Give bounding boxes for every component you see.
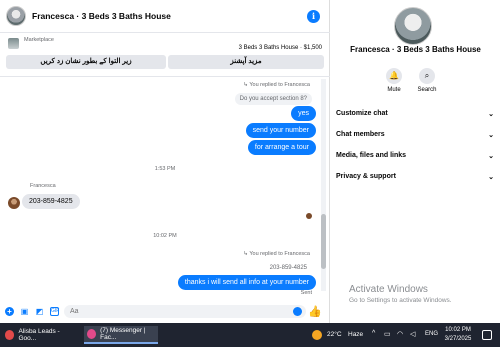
- chevron-down-icon: ⌄: [488, 111, 494, 118]
- quoted-message[interactable]: 203-859-4825: [265, 262, 312, 274]
- taskbar-item-messenger[interactable]: (7) Messenger | Fac...: [84, 326, 158, 344]
- clock-date: 3/27/2025: [444, 336, 472, 342]
- sender-name: Francesca: [30, 183, 56, 189]
- row-label: Media, files and links: [336, 152, 407, 159]
- message-scrollbar[interactable]: [321, 79, 326, 291]
- outgoing-message[interactable]: yes: [291, 106, 316, 121]
- search-icon: ⌕: [419, 68, 435, 84]
- customize-chat-row[interactable]: Customize chat ⌄: [336, 110, 494, 124]
- plus-icon[interactable]: +: [5, 307, 14, 316]
- timestamp: 1:53 PM: [154, 166, 176, 172]
- watermark-title: Activate Windows: [349, 284, 428, 295]
- emoji-icon[interactable]: [293, 307, 302, 316]
- contact-avatar[interactable]: [6, 6, 26, 26]
- notification-icon[interactable]: [482, 330, 492, 340]
- language-indicator[interactable]: ENG: [425, 331, 438, 337]
- chat-header: Francesca · 3 Beds 3 Baths House i: [0, 0, 330, 33]
- marketplace-label: Marketplace: [24, 37, 54, 43]
- clock[interactable]: 10:02 PM 3/27/2025: [438, 326, 478, 344]
- chat-members-row[interactable]: Chat members ⌄: [336, 131, 494, 145]
- reply-header: ↳ You replied to Francesca: [243, 82, 310, 88]
- search-button[interactable]: ⌕ Search: [412, 68, 442, 93]
- windows-taskbar: Alisba Leads - Goo... (7) Messenger | Fa…: [0, 323, 500, 347]
- photo-icon[interactable]: ▣: [20, 307, 29, 316]
- chrome-icon: [5, 330, 15, 340]
- taskbar-item-chrome-sheets[interactable]: Alisba Leads - Goo...: [2, 326, 76, 344]
- reply-header: ↳ You replied to Francesca: [243, 251, 310, 257]
- temperature[interactable]: 22°C: [327, 331, 342, 338]
- contact-avatar-large[interactable]: [394, 7, 432, 45]
- task-label: (7) Messenger | Fac...: [100, 327, 146, 341]
- clock-time: 10:02 PM: [445, 327, 471, 333]
- chat-pane: Francesca · 3 Beds 3 Baths House i Marke…: [0, 0, 330, 323]
- listing-thumbnail[interactable]: [8, 38, 19, 49]
- network-icon[interactable]: ▭: [384, 330, 391, 338]
- weather-condition[interactable]: Haze: [348, 331, 363, 338]
- message-list[interactable]: ↳ You replied to Francesca Do you accept…: [0, 77, 330, 300]
- mute-button[interactable]: 🔔 Mute: [379, 68, 409, 93]
- wifi-icon[interactable]: ◠: [397, 330, 403, 338]
- mark-pending-button[interactable]: زیر التوا کے بطور نشان زد کریں: [6, 55, 166, 69]
- chevron-down-icon: ⌄: [488, 132, 494, 139]
- message-composer: + ▣ ◩ GIF 👍: [0, 300, 330, 323]
- quoted-message[interactable]: Do you accept section 8?: [234, 93, 312, 105]
- row-label: Privacy & support: [336, 173, 396, 180]
- weather-icon[interactable]: [312, 330, 322, 340]
- seen-indicator-avatar: [306, 213, 312, 219]
- messenger-icon: [87, 329, 97, 339]
- chat-title[interactable]: Francesca · 3 Beds 3 Baths House: [32, 11, 171, 21]
- like-icon[interactable]: 👍: [308, 305, 322, 318]
- activate-windows-watermark: Activate Windows Go to Settings to activ…: [349, 284, 452, 304]
- task-label: Alisba Leads - Goo...: [18, 328, 60, 342]
- row-label: Chat members: [336, 131, 385, 138]
- scrollbar-thumb[interactable]: [321, 214, 326, 269]
- outgoing-message[interactable]: thanks i will send all info at your numb…: [177, 275, 316, 290]
- info-icon[interactable]: i: [307, 10, 320, 23]
- timestamp: 10:02 PM: [153, 233, 177, 239]
- sent-status: Sent: [300, 290, 312, 296]
- more-options-button[interactable]: مزید آپشنز: [168, 55, 324, 69]
- bell-icon: 🔔: [386, 68, 402, 84]
- search-label: Search: [417, 87, 437, 93]
- message-input[interactable]: [64, 305, 306, 318]
- sender-avatar[interactable]: [8, 197, 20, 209]
- gif-icon[interactable]: GIF: [50, 307, 59, 316]
- sticker-icon[interactable]: ◩: [35, 307, 44, 316]
- mute-label: Mute: [387, 87, 401, 93]
- panel-contact-name: Francesca · 3 Beds 3 Baths House: [350, 45, 481, 54]
- conversation-info-panel: Francesca · 3 Beds 3 Baths House 🔔 Mute …: [331, 0, 500, 323]
- privacy-support-row[interactable]: Privacy & support ⌄: [336, 173, 494, 187]
- chevron-up-icon[interactable]: ^: [372, 330, 375, 337]
- incoming-message[interactable]: 203-859-4825: [22, 194, 80, 209]
- chevron-down-icon: ⌄: [488, 174, 494, 181]
- outgoing-message[interactable]: send your number: [245, 123, 316, 138]
- watermark-subtitle: Go to Settings to activate Windows.: [349, 297, 452, 304]
- media-files-links-row[interactable]: Media, files and links ⌄: [336, 152, 494, 166]
- row-label: Customize chat: [336, 110, 388, 117]
- chevron-down-icon: ⌄: [488, 153, 494, 160]
- volume-icon[interactable]: ◁: [410, 330, 415, 338]
- marketplace-listing-bar: Marketplace 3 Beds 3 Baths House · $1,50…: [0, 33, 330, 77]
- outgoing-message[interactable]: for arrange a tour: [247, 140, 316, 155]
- listing-title[interactable]: 3 Beds 3 Baths House · $1,500: [239, 45, 322, 51]
